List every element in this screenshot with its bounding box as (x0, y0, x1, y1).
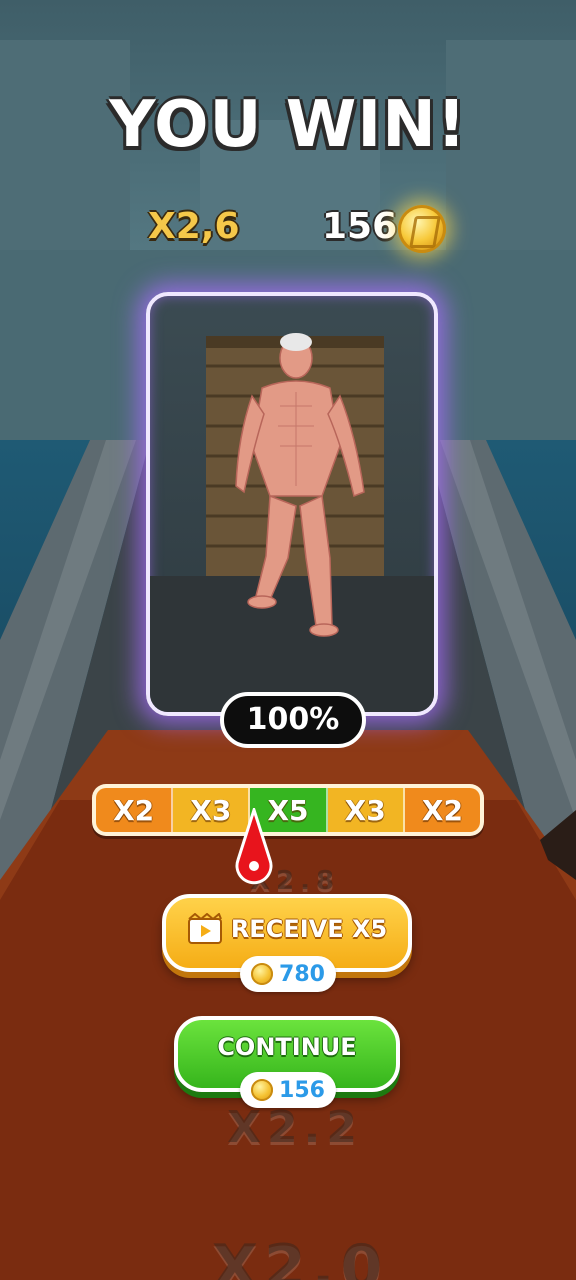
coin-icon (251, 1079, 274, 1101)
multiplier-bar: X2 X3 X5 X3 X2 (92, 784, 484, 836)
coins-total: 156 (322, 206, 398, 247)
character-figure (150, 333, 434, 712)
continue-reward-badge: 156 (240, 1072, 336, 1108)
video-ad-icon (187, 913, 222, 944)
completion-percentage: 100% (220, 692, 366, 748)
character-card (146, 292, 438, 716)
track-marker-x2-0: X2.0 (211, 1232, 389, 1280)
score-multiplier: X2,6 (148, 206, 240, 247)
multiplier-pointer-icon (235, 808, 273, 885)
track-marker-x2-2: X2.2 (227, 1102, 363, 1153)
multiplier-segment: X2 (404, 788, 481, 832)
continue-reward-amount: 156 (279, 1077, 325, 1103)
receive-reward-badge: 780 (240, 956, 336, 992)
receive-reward-amount: 780 (279, 961, 325, 987)
win-title: YOU WIN! (109, 88, 467, 162)
multiplier-segment: X3 (327, 788, 405, 832)
continue-label: CONTINUE (217, 1033, 357, 1061)
coin-icon (398, 205, 446, 253)
multiplier-segment: X2 (96, 788, 174, 832)
coin-icon (251, 963, 274, 985)
receive-x5-label: RECEIVE X5 (230, 915, 388, 943)
